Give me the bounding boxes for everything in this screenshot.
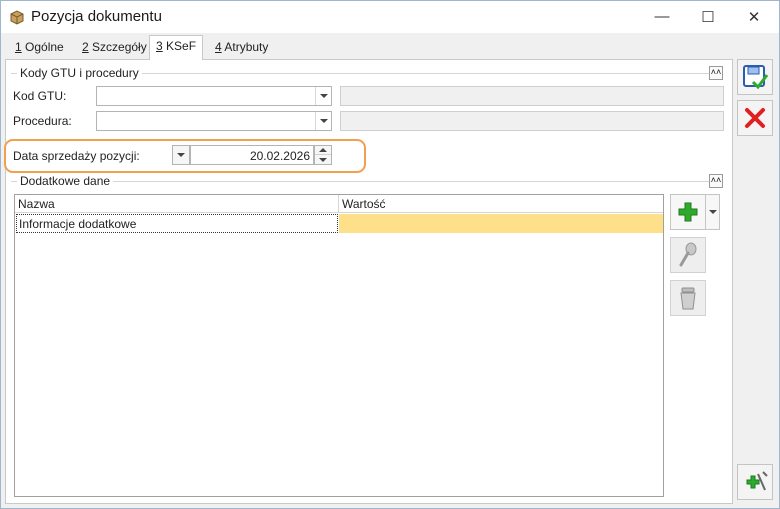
add-options-dropdown[interactable]: [706, 194, 720, 230]
date-dropdown-button[interactable]: [172, 145, 190, 165]
tab-label: KSeF: [166, 39, 197, 53]
collapse-extra-button[interactable]: ˄˄: [709, 174, 723, 188]
procedura-combo[interactable]: [96, 111, 332, 131]
chevron-down-icon[interactable]: [315, 112, 331, 130]
tab-atrybuty[interactable]: 4 Atrybuty: [209, 37, 274, 58]
title-bar: Pozycja dokumentu — ☐ ✕: [1, 1, 779, 33]
tab-label: Ogólne: [25, 40, 64, 54]
chevron-up-icon: ˄˄: [710, 67, 722, 77]
add-attribute-icon: [746, 471, 768, 491]
tab-strip: 1 Ogólne 2 Szczegóły 3 KSeF 4 Atrybuty: [1, 35, 779, 60]
group-divider: [11, 181, 723, 182]
spin-down-icon[interactable]: [315, 155, 331, 164]
sale-date-label: Data sprzedaży pozycji:: [13, 149, 140, 163]
tab-hotkey: 3: [156, 39, 163, 53]
column-header-wartosc[interactable]: Wartość: [339, 195, 663, 213]
cancel-button[interactable]: [737, 100, 773, 136]
chevron-up-icon: ˄˄: [710, 175, 722, 185]
minimize-icon: —: [654, 8, 670, 25]
tab-ogolne[interactable]: 1 Ogólne: [9, 37, 70, 58]
row-value-cell[interactable]: [339, 214, 663, 233]
column-header-nazwa[interactable]: Nazwa: [15, 195, 338, 213]
group-title-gtu: Kody GTU i procedury: [17, 66, 142, 80]
extra-data-grid[interactable]: Nazwa Wartość Informacje dodatkowe: [14, 194, 664, 497]
tab-hotkey: 2: [82, 40, 89, 54]
kod-gtu-combo[interactable]: [96, 86, 332, 106]
group-title-extra: Dodatkowe dane: [17, 174, 114, 188]
table-row[interactable]: Informacje dodatkowe: [15, 214, 663, 233]
save-button[interactable]: [737, 59, 773, 95]
minimize-button[interactable]: —: [639, 1, 685, 32]
add-icon: [678, 202, 698, 222]
package-icon: [9, 9, 25, 25]
row-name-cell[interactable]: Informacje dodatkowe: [16, 214, 338, 233]
dialog-window: Pozycja dokumentu — ☐ ✕ 1 Ogólne 2 Szcze…: [0, 0, 780, 509]
tab-hotkey: 4: [215, 40, 222, 54]
procedura-label: Procedura:: [13, 114, 72, 128]
cancel-icon: [745, 108, 765, 128]
tab-label: Atrybuty: [224, 40, 269, 54]
tab-ksef[interactable]: 3 KSeF: [149, 35, 204, 60]
chevron-down-icon[interactable]: [315, 87, 331, 105]
collapse-gtu-button[interactable]: ˄˄: [709, 66, 723, 80]
save-icon: [743, 65, 769, 90]
date-spinner[interactable]: [314, 145, 332, 165]
maximize-icon: ☐: [701, 8, 715, 26]
edit-icon: [679, 242, 697, 267]
maximize-button[interactable]: ☐: [685, 1, 731, 32]
tab-hotkey: 1: [15, 40, 22, 54]
procedura-description: [340, 111, 724, 131]
chevron-down-icon: [177, 153, 185, 157]
kod-gtu-label: Kod GTU:: [13, 89, 67, 103]
sale-date-input[interactable]: 20.02.2026: [190, 145, 314, 165]
tab-szczegoly[interactable]: 2 Szczegóły: [76, 37, 153, 58]
add-row-button[interactable]: [670, 194, 706, 230]
edit-row-button[interactable]: [670, 237, 706, 273]
close-button[interactable]: ✕: [731, 1, 777, 32]
grid-header: Nazwa Wartość: [15, 195, 663, 213]
spin-up-icon[interactable]: [315, 146, 331, 155]
window-title: Pozycja dokumentu: [31, 8, 162, 25]
chevron-down-icon: [708, 210, 717, 214]
delete-row-button[interactable]: [670, 280, 706, 316]
close-icon: ✕: [747, 8, 761, 26]
delete-icon: [680, 287, 696, 310]
add-attribute-button[interactable]: [737, 464, 773, 500]
kod-gtu-description: [340, 86, 724, 106]
tab-label: Szczegóły: [92, 40, 147, 54]
